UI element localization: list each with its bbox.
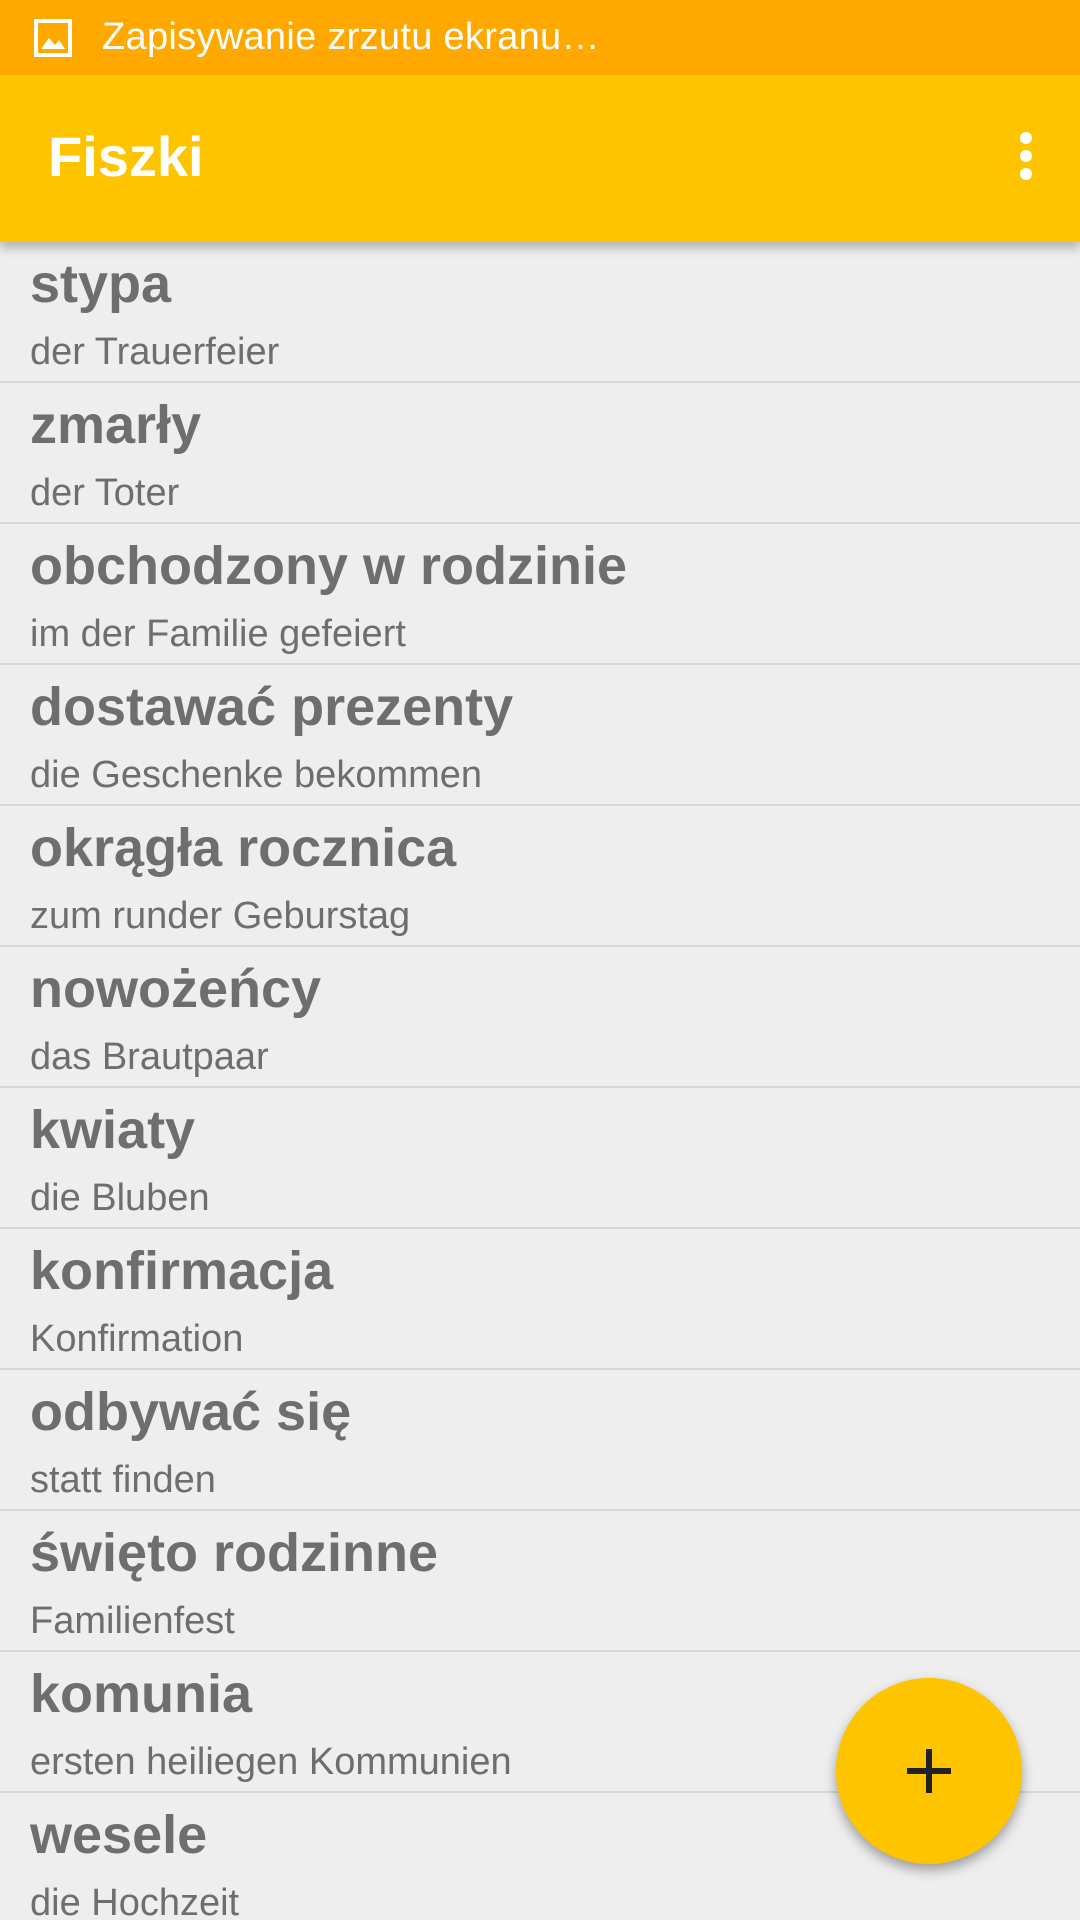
- flashcard-word: okrągła rocznica: [30, 818, 457, 878]
- flashcard-translation: Familienfest: [30, 1600, 235, 1642]
- flashcard-translation: die Bluben: [30, 1177, 210, 1219]
- flashcard-translation: die Geschenke bekommen: [30, 754, 483, 796]
- flashcard-item[interactable]: odbywać się statt finden: [0, 1370, 1080, 1511]
- flashcard-item[interactable]: okrągła rocznica zum runder Geburstag: [0, 806, 1080, 947]
- flashcard-item[interactable]: nowożeńcy das Brautpaar: [0, 947, 1080, 1088]
- flashcard-word: wesele: [30, 1805, 208, 1865]
- flashcard-item[interactable]: dostawać prezenty die Geschenke bekommen: [0, 665, 1080, 806]
- flashcard-translation: der Trauerfeier: [30, 331, 280, 373]
- flashcard-translation: die Hochzeit: [30, 1882, 240, 1920]
- status-notification-text: Zapisywanie zrzutu ekranu…: [102, 16, 600, 58]
- status-bar: Zapisywanie zrzutu ekranu…: [0, 0, 1080, 75]
- flashcard-item[interactable]: konfirmacja Konfirmation: [0, 1229, 1080, 1370]
- flashcard-translation: das Brautpaar: [30, 1036, 269, 1078]
- flashcard-translation: im der Familie gefeiert: [30, 613, 406, 655]
- screen: Zapisywanie zrzutu ekranu… Fiszki stypa d…: [0, 0, 1080, 1920]
- flashcard-translation: der Toter: [30, 472, 180, 514]
- flashcard-word: zmarły: [30, 395, 202, 455]
- flashcard-item[interactable]: święto rodzinne Familienfest: [0, 1511, 1080, 1652]
- flashcard-word: święto rodzinne: [30, 1523, 439, 1583]
- flashcard-translation: statt finden: [30, 1459, 216, 1501]
- add-flashcard-button[interactable]: [836, 1678, 1022, 1864]
- flashcard-translation: Konfirmation: [30, 1318, 244, 1360]
- flashcard-word: stypa: [30, 254, 172, 314]
- flashcard-translation: zum runder Geburstag: [30, 895, 411, 937]
- plus-icon: [907, 1749, 951, 1793]
- flashcard-list: stypa der Trauerfeier zmarły der Toter obcho…: [0, 242, 1080, 1920]
- more-vert-icon[interactable]: [996, 123, 1056, 189]
- flashcard-item[interactable]: kwiaty die Bluben: [0, 1088, 1080, 1229]
- flashcard-word: komunia: [30, 1664, 253, 1724]
- flashcard-word: konfirmacja: [30, 1241, 334, 1301]
- flashcard-item[interactable]: zmarły der Toter: [0, 383, 1080, 524]
- flashcard-word: kwiaty: [30, 1100, 196, 1160]
- flashcard-word: nowożeńcy: [30, 959, 322, 1019]
- flashcard-item[interactable]: obchodzony w rodzinie im der Familie gefe…: [0, 524, 1080, 665]
- app-title: Fiszki: [48, 125, 204, 188]
- flashcard-item[interactable]: stypa der Trauerfeier: [0, 242, 1080, 383]
- flashcard-word: dostawać prezenty: [30, 677, 514, 737]
- flashcard-word: obchodzony w rodzinie: [30, 536, 627, 596]
- flashcard-translation: ersten heiliegen Kommunien: [30, 1741, 512, 1783]
- app-bar: Fiszki: [0, 75, 1080, 242]
- flashcard-word: odbywać się: [30, 1382, 352, 1442]
- image-icon: [33, 18, 73, 58]
